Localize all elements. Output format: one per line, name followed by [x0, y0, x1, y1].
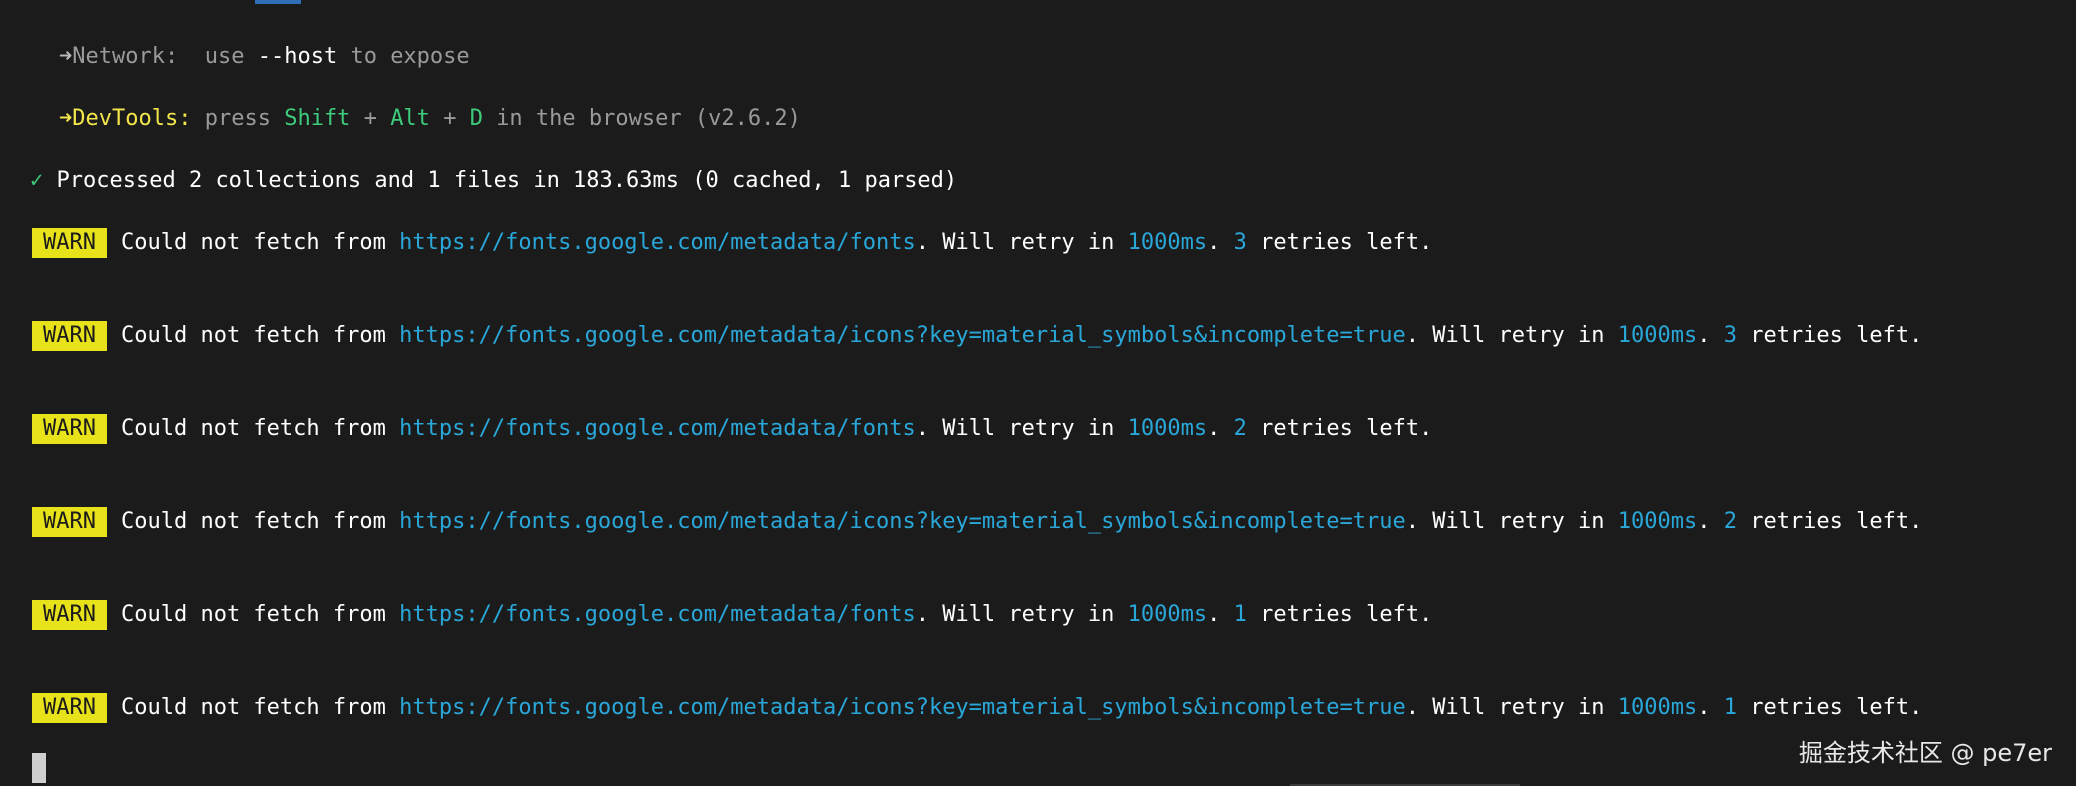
warn-retry-count: 3 — [1233, 230, 1247, 255]
warn-dot: . — [1697, 323, 1711, 348]
warn-line: WARN Could not fetch from https://fonts.g… — [32, 414, 1432, 444]
network-line: ➜Network: use --host to expose — [59, 42, 470, 72]
warn-mid: . Will retry in — [1405, 695, 1605, 720]
devtools-rest: in the browser (v2.6.2) — [496, 106, 801, 131]
warn-badge: WARN — [32, 600, 107, 630]
network-use: use — [204, 44, 245, 69]
warn-prefix: Could not fetch from — [120, 602, 386, 627]
warn-url[interactable]: https://fonts.google.com/metadata/icons?… — [399, 509, 1406, 534]
warn-badge: WARN — [32, 507, 107, 537]
warn-retry-count: 1 — [1233, 602, 1247, 627]
devtools-label: DevTools: — [72, 106, 192, 131]
key-shift: Shift — [284, 106, 351, 131]
warn-mid: . Will retry in — [1405, 509, 1605, 534]
check-icon: ✓ — [30, 168, 44, 193]
warn-dot: . — [1697, 509, 1711, 534]
warn-mid: . Will retry in — [1405, 323, 1605, 348]
network-rest: to expose — [350, 44, 470, 69]
warn-badge: WARN — [32, 414, 107, 444]
warn-url[interactable]: https://fonts.google.com/metadata/icons?… — [399, 323, 1406, 348]
key-d: D — [469, 106, 483, 131]
network-host-flag: --host — [257, 44, 338, 69]
warn-suffix: retries left. — [1750, 695, 1923, 720]
warn-suffix: retries left. — [1260, 416, 1433, 441]
warn-dot: . — [1207, 230, 1221, 255]
warn-suffix: retries left. — [1260, 230, 1433, 255]
warn-retry-count: 1 — [1723, 695, 1737, 720]
warn-url[interactable]: https://fonts.google.com/metadata/fonts — [399, 230, 916, 255]
warn-suffix: retries left. — [1260, 602, 1433, 627]
warn-delay: 1000ms — [1127, 416, 1208, 441]
warn-prefix: Could not fetch from — [120, 509, 386, 534]
warn-url[interactable]: https://fonts.google.com/metadata/fonts — [399, 416, 916, 441]
plus-sign: + — [443, 106, 457, 131]
warn-prefix: Could not fetch from — [120, 695, 386, 720]
warn-url[interactable]: https://fonts.google.com/metadata/icons?… — [399, 695, 1406, 720]
warn-dot: . — [1207, 602, 1221, 627]
warn-line: WARN Could not fetch from https://fonts.g… — [32, 507, 1922, 537]
warn-line: WARN Could not fetch from https://fonts.g… — [32, 600, 1432, 630]
network-label: Network: — [72, 44, 179, 69]
warn-line: WARN Could not fetch from https://fonts.g… — [32, 693, 1922, 723]
devtools-line: ➜DevTools: press Shift + Alt + D in the … — [59, 104, 801, 134]
watermark: 掘金技术社区 @ pe7er — [1798, 739, 2052, 767]
processed-line: ✓ Processed 2 collections and 1 files in… — [30, 166, 957, 196]
warn-line: WARN Could not fetch from https://fonts.g… — [32, 321, 1922, 351]
devtools-press: press — [204, 106, 271, 131]
arrow-icon: ➜ — [59, 106, 73, 131]
warn-delay: 1000ms — [1127, 602, 1208, 627]
warn-badge: WARN — [32, 693, 107, 723]
warn-prefix: Could not fetch from — [120, 323, 386, 348]
warn-delay: 1000ms — [1617, 509, 1698, 534]
warn-retry-count: 2 — [1233, 416, 1247, 441]
warn-url[interactable]: https://fonts.google.com/metadata/fonts — [399, 602, 916, 627]
arrow-icon: ➜ — [59, 44, 73, 69]
warn-prefix: Could not fetch from — [120, 230, 386, 255]
warn-mid: . Will retry in — [915, 416, 1115, 441]
warn-retry-count: 2 — [1723, 509, 1737, 534]
warn-suffix: retries left. — [1750, 323, 1923, 348]
key-alt: Alt — [390, 106, 430, 131]
warn-dot: . — [1697, 695, 1711, 720]
warn-line: WARN Could not fetch from https://fonts.g… — [32, 228, 1432, 258]
warn-prefix: Could not fetch from — [120, 416, 386, 441]
terminal-cursor — [32, 753, 46, 783]
warn-retry-count: 3 — [1723, 323, 1737, 348]
warn-delay: 1000ms — [1617, 695, 1698, 720]
warn-suffix: retries left. — [1750, 509, 1923, 534]
warn-mid: . Will retry in — [915, 230, 1115, 255]
warn-mid: . Will retry in — [915, 602, 1115, 627]
warn-delay: 1000ms — [1617, 323, 1698, 348]
warn-badge: WARN — [32, 228, 107, 258]
warn-dot: . — [1207, 416, 1221, 441]
terminal-output: ➜Network: use --host to expose ➜DevTools… — [0, 0, 2076, 786]
warn-badge: WARN — [32, 321, 107, 351]
processed-text: Processed 2 collections and 1 files in 1… — [56, 168, 958, 193]
link-underline — [255, 0, 301, 4]
warn-delay: 1000ms — [1127, 230, 1208, 255]
plus-sign: + — [363, 106, 377, 131]
